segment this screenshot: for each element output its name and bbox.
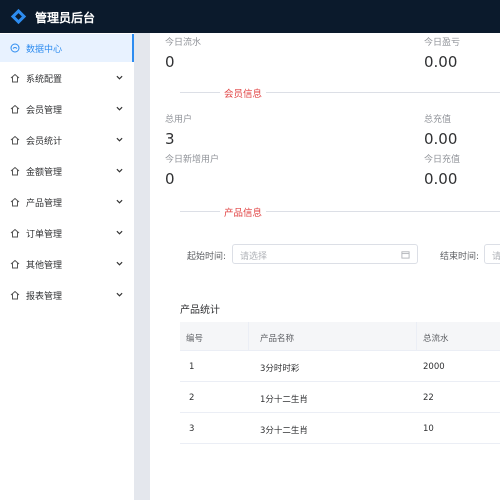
column-separator	[248, 322, 249, 351]
new-users-today-value: 0	[165, 170, 175, 188]
sidebar-item-data-center[interactable]: 数据中心	[0, 34, 134, 62]
top-bar: 管理员后台	[0, 0, 500, 33]
sidebar-item-report-management[interactable]: 报表管理	[0, 281, 134, 309]
today-profit-label: 今日盈亏	[424, 38, 461, 48]
sidebar-item-member-stats[interactable]: 会员统计	[0, 126, 134, 154]
table-header: 编号 产品名称 总流水	[180, 322, 500, 351]
chevron-down-icon	[116, 199, 123, 204]
start-time-picker[interactable]: 请选择	[232, 244, 418, 264]
home-icon	[10, 104, 20, 114]
chevron-down-icon	[116, 106, 123, 111]
sidebar-item-system-config[interactable]: 系统配置	[0, 64, 134, 92]
chevron-down-icon	[116, 168, 123, 173]
end-time-placeholder: 请	[492, 252, 500, 262]
sidebar-item-label: 系统配置	[26, 75, 63, 85]
cell-id: 3	[189, 424, 195, 434]
cell-product-name: 3分时时彩	[260, 364, 300, 374]
sidebar-item-label: 其他管理	[26, 261, 63, 271]
recharge-today-value: 0.00	[424, 170, 458, 188]
home-icon	[10, 228, 20, 238]
calendar-icon	[401, 251, 410, 259]
sidebar-item-label: 会员统计	[26, 137, 63, 147]
product-section-title: 产品信息	[220, 205, 267, 219]
today-flow-label: 今日流水	[165, 38, 202, 48]
sidebar-item-other-management[interactable]: 其他管理	[0, 250, 134, 278]
sidebar-item-amount-management[interactable]: 金额管理	[0, 157, 134, 185]
sidebar-item-member-management[interactable]: 会员管理	[0, 95, 134, 123]
sidebar-item-label: 数据中心	[26, 45, 63, 55]
chevron-down-icon	[116, 261, 123, 266]
cell-total-flow: 2000	[423, 362, 445, 372]
table-row: 2 1分十二生肖 22	[180, 383, 500, 413]
sidebar-item-label: 订单管理	[26, 230, 63, 240]
home-icon	[10, 259, 20, 269]
home-icon	[10, 135, 20, 145]
end-time-label: 结束时间:	[440, 252, 480, 262]
table-row: 3 3分十二生肖 10	[180, 414, 500, 444]
sidebar: 数据中心 系统配置 会员管理 会员统计 金额管理 产品管理 订单管理 其他管理	[0, 33, 134, 500]
cell-product-name: 3分十二生肖	[260, 426, 308, 436]
cell-id: 1	[189, 362, 195, 372]
app-title: 管理员后台	[35, 11, 96, 25]
sidebar-item-order-management[interactable]: 订单管理	[0, 219, 134, 247]
sidebar-item-label: 产品管理	[26, 199, 63, 209]
total-recharge-value: 0.00	[424, 130, 458, 148]
main-panel: 今日流水 0 今日盈亏 0.00 会员信息 总用户 3 总充值 0.00 今日新…	[150, 33, 500, 500]
end-time-picker[interactable]: 请	[484, 244, 500, 264]
column-header-id: 编号	[186, 334, 204, 344]
recharge-today-label: 今日充值	[424, 155, 461, 165]
column-separator	[416, 322, 417, 351]
start-time-placeholder: 请选择	[240, 252, 268, 262]
total-users-label: 总用户	[165, 115, 193, 125]
total-recharge-label: 总充值	[424, 115, 452, 125]
today-profit-value: 0.00	[424, 53, 458, 71]
today-flow-value: 0	[165, 53, 175, 71]
chevron-down-icon	[116, 75, 123, 80]
chevron-down-icon	[116, 292, 123, 297]
logo-icon	[10, 8, 27, 25]
sidebar-item-product-management[interactable]: 产品管理	[0, 188, 134, 216]
content-gutter	[134, 33, 150, 500]
column-header-product-name: 产品名称	[260, 334, 295, 344]
home-icon	[10, 290, 20, 300]
column-header-total-flow: 总流水	[423, 334, 449, 344]
table-row: 1 3分时时彩 2000	[180, 352, 500, 382]
member-section-title: 会员信息	[220, 86, 267, 100]
start-time-label: 起始时间:	[187, 252, 227, 262]
gauge-icon	[10, 43, 20, 53]
new-users-today-label: 今日新增用户	[165, 155, 220, 165]
cell-id: 2	[189, 393, 195, 403]
home-icon	[10, 166, 20, 176]
sidebar-item-label: 会员管理	[26, 106, 63, 116]
total-users-value: 3	[165, 130, 175, 148]
cell-product-name: 1分十二生肖	[260, 395, 308, 405]
chevron-down-icon	[116, 230, 123, 235]
cell-total-flow: 22	[423, 393, 434, 403]
home-icon	[10, 197, 20, 207]
chevron-down-icon	[116, 137, 123, 142]
cell-total-flow: 10	[423, 424, 434, 434]
sidebar-item-label: 报表管理	[26, 292, 63, 302]
sidebar-item-label: 金额管理	[26, 168, 63, 178]
product-table-title: 产品统计	[180, 305, 220, 316]
home-icon	[10, 73, 20, 83]
